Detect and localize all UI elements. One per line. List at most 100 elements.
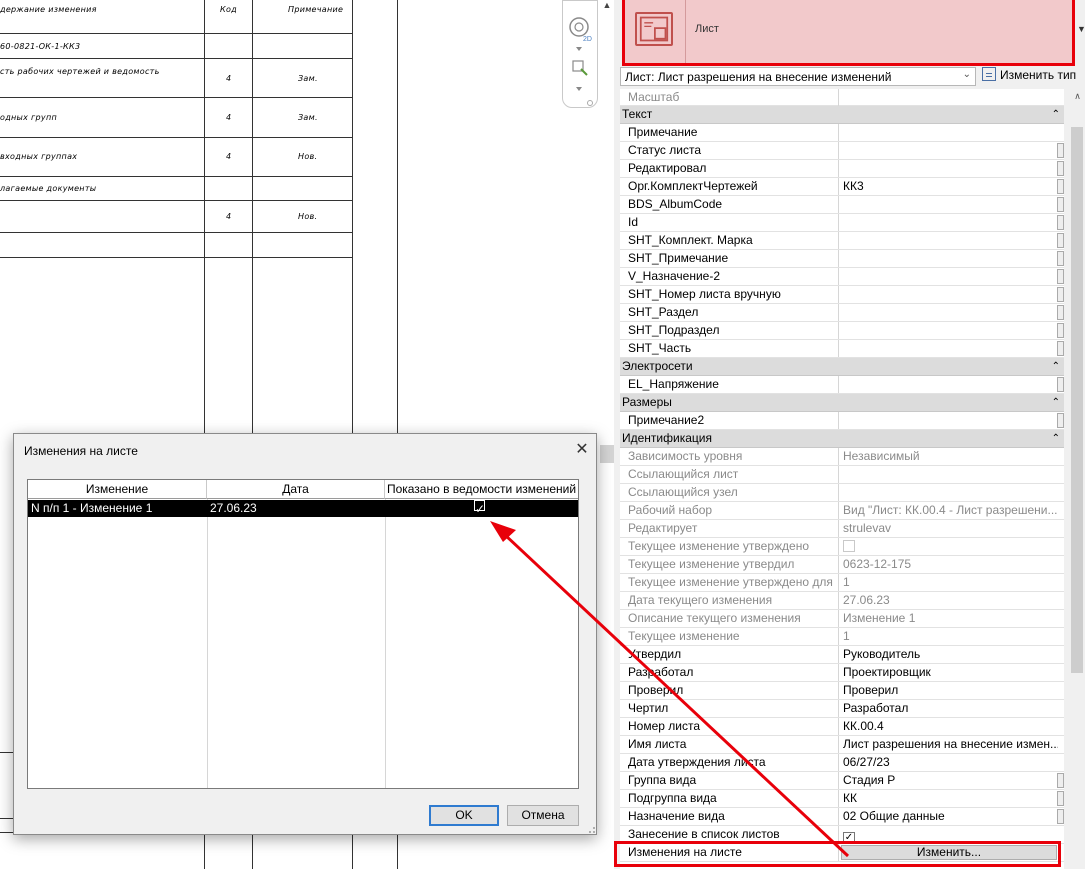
- chevron-down-icon[interactable]: ▼: [1077, 24, 1085, 34]
- property-value[interactable]: [840, 304, 1058, 321]
- row-handle[interactable]: [1057, 791, 1064, 806]
- property-value[interactable]: Руководитель: [840, 646, 1058, 663]
- property-row[interactable]: Описание текущего изменения Изменение 1: [620, 610, 1064, 628]
- property-row[interactable]: Назначение вида 02 Общие данные: [620, 808, 1064, 826]
- property-row[interactable]: Id: [620, 214, 1064, 232]
- property-value[interactable]: КК: [840, 790, 1058, 807]
- chevron-down-icon[interactable]: [576, 47, 582, 51]
- column-header-shown[interactable]: Показано в ведомости изменений: [385, 480, 578, 499]
- property-row[interactable]: Подгруппа вида КК: [620, 790, 1064, 808]
- checkbox-checked-icon[interactable]: ✓: [843, 832, 855, 843]
- property-value[interactable]: КК3: [840, 178, 1058, 195]
- column-header-change[interactable]: Изменение: [28, 480, 207, 499]
- property-value[interactable]: КК.00.4: [840, 718, 1058, 735]
- property-row[interactable]: Дата текущего изменения 27.06.23: [620, 592, 1064, 610]
- row-handle[interactable]: [1057, 305, 1064, 320]
- property-row[interactable]: V_Назначение-2: [620, 268, 1064, 286]
- property-row[interactable]: Текущее изменение утверждено для 1: [620, 574, 1064, 592]
- property-value[interactable]: 06/27/23: [840, 754, 1058, 771]
- cancel-button[interactable]: Отмена: [507, 805, 579, 826]
- property-value[interactable]: [840, 286, 1058, 303]
- property-value[interactable]: [840, 160, 1058, 177]
- property-row[interactable]: SHT_Комплект. Марка: [620, 232, 1064, 250]
- checkbox-checked-icon[interactable]: ✓: [474, 500, 485, 516]
- property-value[interactable]: [840, 196, 1058, 213]
- property-row[interactable]: Статус листа: [620, 142, 1064, 160]
- ok-button[interactable]: OK: [429, 805, 499, 826]
- property-value[interactable]: [840, 142, 1058, 159]
- row-handle[interactable]: [1057, 413, 1064, 428]
- group-header[interactable]: Размеры ⌃: [620, 394, 1064, 412]
- property-row[interactable]: Чертил Разработал: [620, 700, 1064, 718]
- collapse-icon[interactable]: ⌃: [1052, 394, 1060, 411]
- property-value[interactable]: ✓: [840, 826, 1058, 843]
- property-value[interactable]: 02 Общие данные: [840, 808, 1058, 825]
- property-value[interactable]: Проектировщик: [840, 664, 1058, 681]
- property-row[interactable]: Примечание: [620, 124, 1064, 142]
- group-header[interactable]: Электросети ⌃: [620, 358, 1064, 376]
- property-value[interactable]: [840, 124, 1058, 141]
- property-row[interactable]: Дата утверждения листа 06/27/23: [620, 754, 1064, 772]
- property-value[interactable]: Лист разрешения на внесение измен...: [840, 736, 1058, 753]
- property-value[interactable]: Проверил: [840, 682, 1058, 699]
- property-value[interactable]: [840, 250, 1058, 267]
- property-row[interactable]: Примечание2: [620, 412, 1064, 430]
- property-row[interactable]: SHT_Раздел: [620, 304, 1064, 322]
- row-handle[interactable]: [1057, 179, 1064, 194]
- property-value[interactable]: [840, 340, 1058, 357]
- scrollbar-thumb[interactable]: [600, 445, 614, 463]
- row-handle[interactable]: [1057, 287, 1064, 302]
- collapse-icon[interactable]: ⌃: [1052, 358, 1060, 375]
- row-handle[interactable]: [1057, 377, 1064, 392]
- instance-filter-dropdown[interactable]: Лист: Лист разрешения на внесение измене…: [620, 67, 976, 86]
- scroll-up-arrow[interactable]: ∧: [1070, 91, 1085, 102]
- row-handle[interactable]: [1057, 197, 1064, 212]
- property-row[interactable]: SHT_Часть: [620, 340, 1064, 358]
- property-row[interactable]: Редактировал: [620, 160, 1064, 178]
- property-value[interactable]: [840, 412, 1058, 429]
- property-row[interactable]: SHT_Примечание: [620, 250, 1064, 268]
- property-value[interactable]: [840, 232, 1058, 249]
- property-value[interactable]: [840, 376, 1058, 393]
- property-value[interactable]: [840, 268, 1058, 285]
- property-value[interactable]: [840, 214, 1058, 231]
- type-selector-header[interactable]: Лист: [622, 0, 1075, 66]
- property-row[interactable]: BDS_AlbumCode: [620, 196, 1064, 214]
- chevron-down-icon[interactable]: [576, 87, 582, 91]
- property-row[interactable]: Текущее изменение утвердил 0623-12-175: [620, 556, 1064, 574]
- property-value[interactable]: Разработал: [840, 700, 1058, 717]
- property-row[interactable]: Группа вида Стадия Р: [620, 772, 1064, 790]
- property-row[interactable]: Рабочий набор Вид "Лист: КК.00.4 - Лист р…: [620, 502, 1064, 520]
- property-value[interactable]: Стадия Р: [840, 772, 1058, 789]
- row-handle[interactable]: [1057, 143, 1064, 158]
- group-header[interactable]: Идентификация ⌃: [620, 430, 1064, 448]
- edit-revisions-button[interactable]: Изменить...: [841, 845, 1057, 860]
- property-row[interactable]: Текущее изменение утверждено: [620, 538, 1064, 556]
- row-handle[interactable]: [1057, 269, 1064, 284]
- property-row[interactable]: Зависимость уровня Независимый: [620, 448, 1064, 466]
- row-handle[interactable]: [1057, 215, 1064, 230]
- property-row[interactable]: Ссылающийся лист: [620, 466, 1064, 484]
- collapse-icon[interactable]: ⌃: [1052, 430, 1060, 447]
- property-row[interactable]: Разработал Проектировщик: [620, 664, 1064, 682]
- property-row[interactable]: Текущее изменение 1: [620, 628, 1064, 646]
- row-handle[interactable]: [1057, 161, 1064, 176]
- edit-type-button[interactable]: Изменить тип: [982, 67, 1076, 86]
- property-row[interactable]: Масштаб: [620, 89, 1064, 106]
- property-row[interactable]: Ссылающийся узел: [620, 484, 1064, 502]
- close-icon[interactable]: ✕: [570, 438, 594, 462]
- steering-wheel-icon[interactable]: 2D: [569, 17, 592, 43]
- row-handle[interactable]: [1057, 809, 1064, 824]
- property-row[interactable]: EL_Напряжение: [620, 376, 1064, 394]
- property-row[interactable]: Занесение в список листов ✓: [620, 826, 1064, 844]
- property-row[interactable]: Орг.КомплектЧертежей КК3: [620, 178, 1064, 196]
- properties-scrollbar[interactable]: ∧: [1070, 89, 1085, 869]
- collapse-icon[interactable]: ⌃: [1052, 106, 1060, 123]
- property-row[interactable]: Редактирует strulevav: [620, 520, 1064, 538]
- property-row[interactable]: Номер листа КК.00.4: [620, 718, 1064, 736]
- property-row[interactable]: Проверил Проверил: [620, 682, 1064, 700]
- property-row[interactable]: SHT_Номер листа вручную: [620, 286, 1064, 304]
- property-row[interactable]: SHT_Подраздел: [620, 322, 1064, 340]
- row-handle[interactable]: [1057, 341, 1064, 356]
- property-row[interactable]: Имя листа Лист разрешения на внесение изм…: [620, 736, 1064, 754]
